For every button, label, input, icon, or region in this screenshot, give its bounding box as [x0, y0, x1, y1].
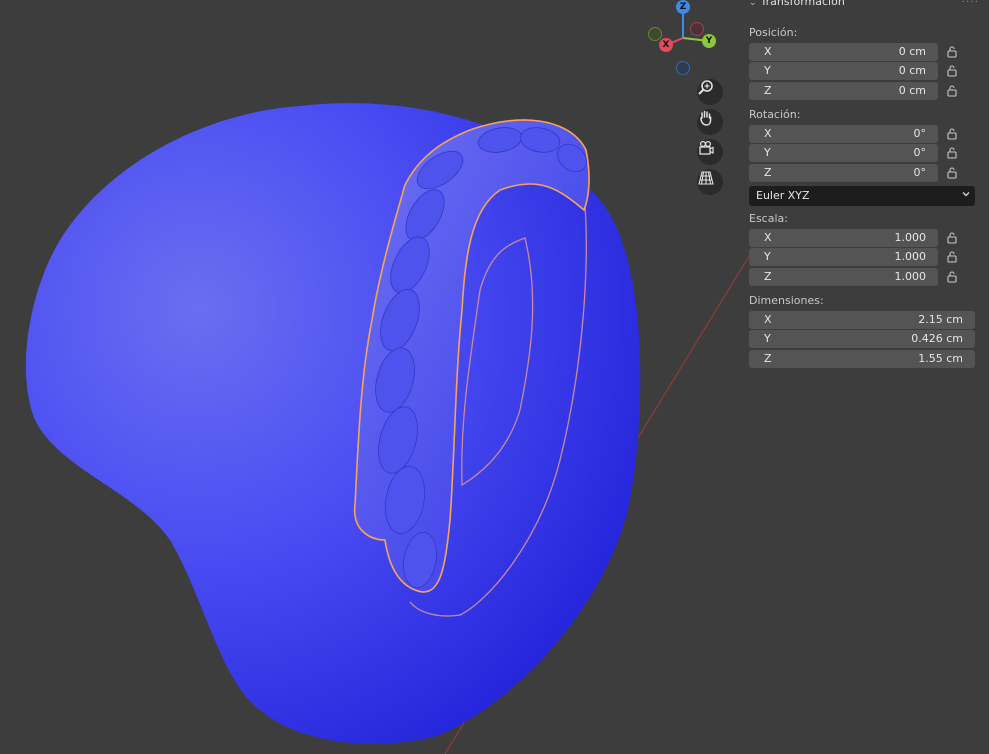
field-value: 2.15 cm — [918, 313, 963, 326]
camera-icon — [699, 140, 714, 155]
axis-label: Z — [764, 84, 772, 97]
chevron-down-icon — [961, 189, 971, 202]
axis-label: X — [764, 45, 772, 58]
lock-icon[interactable] — [947, 147, 961, 159]
rotation-label: Rotación: — [749, 108, 801, 121]
axis-label: Y — [764, 332, 771, 345]
scale-label: Escala: — [749, 212, 788, 225]
axis-label: Z — [764, 352, 772, 365]
field-value: 0° — [913, 127, 927, 140]
gizmo-neg-y[interactable] — [648, 27, 662, 41]
hand-pan-icon — [700, 110, 712, 126]
position-z-field[interactable]: Z 0 cm — [749, 82, 938, 100]
scale-x-field[interactable]: X 1.000 — [749, 229, 938, 247]
rotation-x-field[interactable]: X 0° — [749, 125, 938, 143]
axis-label: Z — [764, 270, 772, 283]
rotation-z-field[interactable]: Z 0° — [749, 164, 938, 182]
field-value: 1.55 cm — [918, 352, 963, 365]
gizmo-axis-x[interactable]: X — [659, 38, 673, 52]
transform-panel: ⌄Transformación :::: Posición: X 0 cm Y … — [741, 0, 989, 380]
gizmo-axis-y[interactable]: Y — [702, 34, 716, 48]
field-value: 1.000 — [894, 250, 927, 263]
blob-mesh — [25, 103, 641, 744]
field-value: 0.426 cm — [911, 332, 963, 345]
zoom-button[interactable] — [697, 79, 723, 105]
lock-icon[interactable] — [947, 271, 961, 283]
lock-icon[interactable] — [947, 65, 961, 77]
position-label: Posición: — [749, 26, 798, 39]
perspective-grid-icon — [698, 171, 714, 185]
gizmo-neg-z[interactable] — [676, 61, 690, 75]
lock-icon[interactable] — [947, 167, 961, 179]
axis-label: Z — [764, 166, 772, 179]
dimensions-z-field[interactable]: Z 1.55 cm — [749, 350, 975, 368]
field-value: 0 cm — [898, 84, 926, 97]
lock-icon[interactable] — [947, 232, 961, 244]
lock-icon[interactable] — [947, 85, 961, 97]
pan-button[interactable] — [697, 109, 723, 135]
gizmo-neg-x[interactable] — [690, 22, 704, 36]
rotation-y-field[interactable]: Y 0° — [749, 144, 938, 162]
zoom-icon — [698, 80, 713, 95]
scale-z-field[interactable]: Z 1.000 — [749, 268, 938, 286]
field-value: 1.000 — [894, 270, 927, 283]
camera-view-button[interactable] — [697, 139, 723, 165]
lock-icon[interactable] — [947, 46, 961, 58]
drag-handle-icon[interactable]: :::: — [962, 0, 979, 5]
dimensions-label: Dimensiones: — [749, 294, 824, 307]
field-value: 1.000 — [894, 231, 927, 244]
axis-label: X — [764, 127, 772, 140]
position-x-field[interactable]: X 0 cm — [749, 43, 938, 61]
rotation-mode-value: Euler XYZ — [756, 189, 810, 202]
field-value: 0° — [913, 146, 927, 159]
axis-label: X — [764, 231, 772, 244]
panel-header[interactable]: ⌄ Transformación — [749, 0, 845, 8]
dimensions-y-field[interactable]: Y 0.426 cm — [749, 330, 975, 348]
field-value: 0 cm — [898, 45, 926, 58]
gizmo-axis-z[interactable]: Z — [676, 0, 690, 14]
panel-title: Transformación — [760, 0, 845, 8]
lock-icon[interactable] — [947, 128, 961, 140]
perspective-toggle-button[interactable] — [697, 169, 723, 195]
axis-label: X — [764, 313, 772, 326]
chevron-down-icon: ⌄ — [749, 0, 757, 8]
field-value: 0° — [913, 166, 927, 179]
axis-label: Y — [764, 146, 771, 159]
position-y-field[interactable]: Y 0 cm — [749, 62, 938, 80]
scale-y-field[interactable]: Y 1.000 — [749, 248, 938, 266]
field-value: 0 cm — [898, 64, 926, 77]
lock-icon[interactable] — [947, 251, 961, 263]
rotation-mode-dropdown[interactable]: Euler XYZ — [749, 186, 975, 206]
dimensions-x-field[interactable]: X 2.15 cm — [749, 311, 975, 329]
axis-label: Y — [764, 64, 771, 77]
axis-label: Y — [764, 250, 771, 263]
